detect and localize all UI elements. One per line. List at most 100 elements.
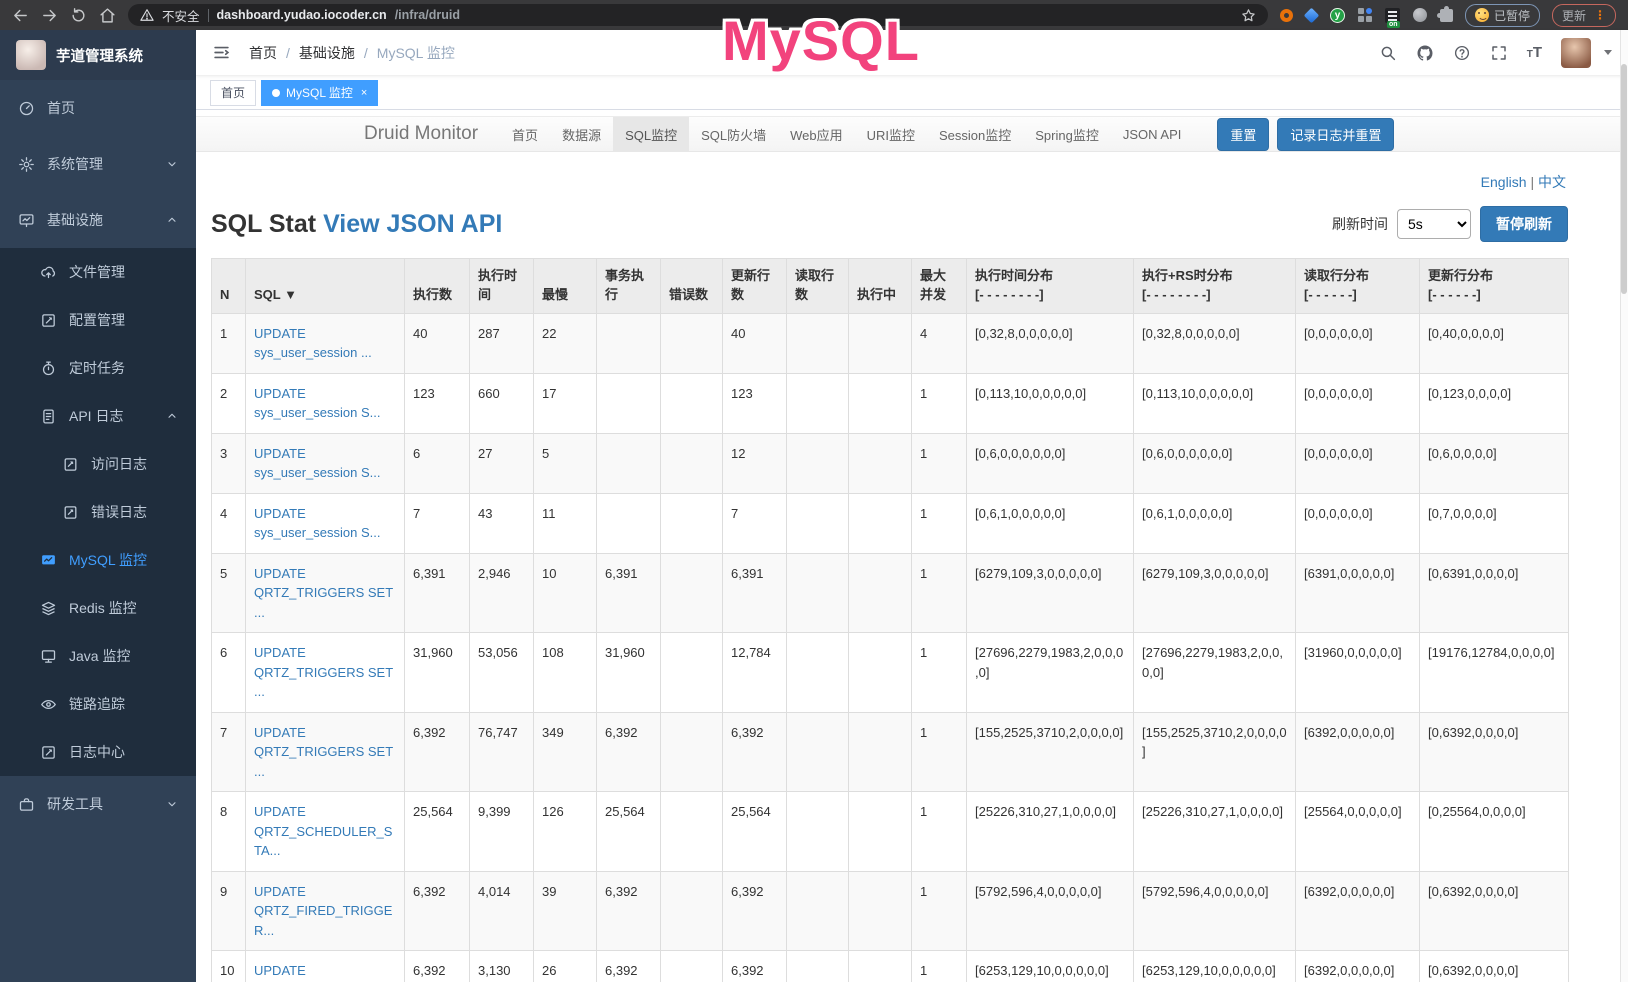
druid-nav-item[interactable]: URI监控 (855, 117, 927, 151)
row-index-cell: 4 (212, 493, 246, 553)
sql-cell: UPDATE sys_user_session S... (246, 373, 405, 433)
tab-close-icon[interactable]: × (361, 87, 367, 99)
druid-nav-item[interactable]: JSON API (1111, 117, 1194, 151)
column-header[interactable]: 执行数 (405, 259, 470, 314)
stat-cell (849, 951, 912, 982)
druid-nav-item[interactable]: Spring监控 (1023, 117, 1111, 151)
column-header[interactable]: 读取行分布[- - - - - -] (1296, 259, 1420, 314)
extension-y-icon[interactable]: y (1330, 8, 1345, 23)
extension-gem-icon[interactable] (1304, 7, 1320, 23)
extension-list-icon[interactable]: on (1385, 8, 1400, 23)
druid-nav-item[interactable]: Web应用 (778, 117, 855, 151)
fullscreen-icon[interactable] (1490, 44, 1508, 62)
sql-link[interactable]: UPDATE sys_user_session S... (254, 386, 380, 421)
druid-nav-item[interactable]: Session监控 (927, 117, 1023, 151)
stat-cell: [0,32,8,0,0,0,0,0] (1134, 313, 1296, 373)
sidebar-item-config-management[interactable]: 配置管理 (0, 296, 196, 344)
sql-link[interactable]: UPDATE QRTZ_TRIGGERS SET ... (254, 725, 393, 779)
column-header[interactable]: 错误数 (661, 259, 723, 314)
stat-cell: 43 (470, 493, 534, 553)
bookmark-star-icon[interactable] (1241, 8, 1256, 23)
breadcrumb-home[interactable]: 首页 (249, 43, 277, 63)
sql-link[interactable]: UPDATE sys_user_session S... (254, 446, 380, 481)
reset-button[interactable]: 重置 (1217, 118, 1269, 151)
column-header[interactable]: SQL ▼ (246, 259, 405, 314)
column-header[interactable]: 更新行数 (723, 259, 787, 314)
sidebar-collapse-icon[interactable] (212, 44, 231, 61)
paused-badge[interactable]: 已暂停 (1465, 4, 1540, 27)
column-header[interactable]: N (212, 259, 246, 314)
sidebar-item-error-logs[interactable]: 错误日志 (0, 488, 196, 536)
sidebar-item-java-monitor[interactable]: Java 监控 (0, 632, 196, 680)
sidebar-item-tracing[interactable]: 链路追踪 (0, 680, 196, 728)
sql-link[interactable]: UPDATE sys_user_session ... (254, 326, 372, 361)
lang-chinese-link[interactable]: 中文 (1538, 174, 1566, 190)
sidebar-item-access-logs[interactable]: 访问日志 (0, 440, 196, 488)
tab-home[interactable]: 首页 (210, 80, 256, 106)
page-scrollbar[interactable] (1620, 30, 1628, 982)
url-bar[interactable]: 不安全 dashboard.yudao.iocoder.cn/infra/dru… (128, 4, 1268, 26)
reload-icon[interactable] (70, 7, 87, 24)
github-icon[interactable] (1416, 44, 1434, 62)
menu-dots-icon[interactable]: ⋮ (1594, 8, 1606, 22)
sidebar-item-file-management[interactable]: 文件管理 (0, 248, 196, 296)
column-header[interactable]: 更新行分布[- - - - - -] (1420, 259, 1569, 314)
scrollbar-thumb[interactable] (1621, 64, 1627, 294)
refresh-interval-select[interactable]: 5s (1397, 209, 1471, 239)
sql-link[interactable]: UPDATE QRTZ_TRIGGERS SET ... (254, 566, 393, 620)
chevron-down-icon (166, 158, 178, 170)
breadcrumb-infra[interactable]: 基础设施 (299, 43, 355, 63)
druid-nav-item[interactable]: SQL防火墙 (689, 117, 778, 151)
sidebar-item-mysql-monitor[interactable]: MySQL 监控 (0, 536, 196, 584)
forward-icon[interactable] (41, 7, 58, 24)
sidebar-item-home[interactable]: 首页 (0, 80, 196, 136)
column-header[interactable]: 执行时间分布[- - - - - - - -] (967, 259, 1134, 314)
column-header[interactable]: 读取行数 (787, 259, 849, 314)
stat-cell: 126 (534, 792, 597, 872)
druid-nav-item[interactable]: SQL监控 (613, 117, 689, 151)
extensions-puzzle-icon[interactable] (1440, 9, 1453, 22)
column-header[interactable]: 执行时间 (470, 259, 534, 314)
lang-english-link[interactable]: English (1481, 174, 1527, 190)
sql-link[interactable]: UPDATE QRTZ_TRIGGERS SET ... (254, 645, 393, 699)
font-size-icon[interactable]: TT (1527, 44, 1542, 61)
sql-link[interactable]: UPDATE sys_user_session S... (254, 506, 380, 541)
druid-nav-item[interactable]: 首页 (500, 117, 550, 151)
sql-cell: UPDATE sys_user_session ... (246, 313, 405, 373)
view-json-api-link[interactable]: View JSON API (323, 210, 502, 238)
stat-cell (849, 493, 912, 553)
sql-cell: UPDATE QRTZ_CRON_TRIGGERS... (246, 951, 405, 982)
extension-donut-icon[interactable] (1280, 9, 1293, 22)
stat-cell: [0,32,8,0,0,0,0,0] (967, 313, 1134, 373)
home-icon[interactable] (99, 7, 116, 24)
sql-cell: UPDATE QRTZ_SCHEDULER_STA... (246, 792, 405, 872)
sidebar-item-system[interactable]: 系统管理 (0, 136, 196, 192)
column-header[interactable]: 执行+RS时分布[- - - - - - - -] (1134, 259, 1296, 314)
search-icon[interactable] (1379, 44, 1397, 62)
pause-refresh-button[interactable]: 暂停刷新 (1480, 206, 1568, 242)
log-and-reset-button[interactable]: 记录日志并重置 (1277, 118, 1394, 151)
column-header[interactable]: 执行中 (849, 259, 912, 314)
sidebar-item-redis-monitor[interactable]: Redis 监控 (0, 584, 196, 632)
sql-link[interactable]: UPDATE QRTZ_SCHEDULER_STA... (254, 804, 392, 858)
column-header[interactable]: 事务执行 (597, 259, 661, 314)
extension-person-icon[interactable] (1413, 8, 1427, 22)
druid-nav-item[interactable]: 数据源 (550, 117, 613, 151)
back-icon[interactable] (12, 7, 29, 24)
user-avatar[interactable] (1561, 38, 1591, 68)
avatar-caret-icon[interactable] (1604, 50, 1612, 55)
update-button[interactable]: 更新 ⋮ (1552, 4, 1616, 27)
sidebar-item-scheduled-jobs[interactable]: 定时任务 (0, 344, 196, 392)
tab-mysql-monitor[interactable]: MySQL 监控 × (261, 80, 378, 106)
sidebar-item-log-center[interactable]: 日志中心 (0, 728, 196, 776)
sql-link[interactable]: UPDATE QRTZ_FIRED_TRIGGER... (254, 884, 392, 938)
column-header[interactable]: 最慢 (534, 259, 597, 314)
extension-grid-icon[interactable] (1358, 8, 1372, 22)
column-header[interactable]: 最大并发 (912, 259, 967, 314)
sql-stat-table: NSQL ▼执行数执行时间最慢事务执行错误数更新行数读取行数执行中最大并发执行时… (211, 258, 1569, 982)
sidebar-item-dev-tools[interactable]: 研发工具 (0, 776, 196, 832)
sidebar-item-api-logs[interactable]: API 日志 (0, 392, 196, 440)
sidebar-item-infra[interactable]: 基础设施 (0, 192, 196, 248)
help-icon[interactable] (1453, 44, 1471, 62)
sql-link[interactable]: UPDATE QRTZ_CRON_TRIGGERS... (254, 963, 392, 982)
